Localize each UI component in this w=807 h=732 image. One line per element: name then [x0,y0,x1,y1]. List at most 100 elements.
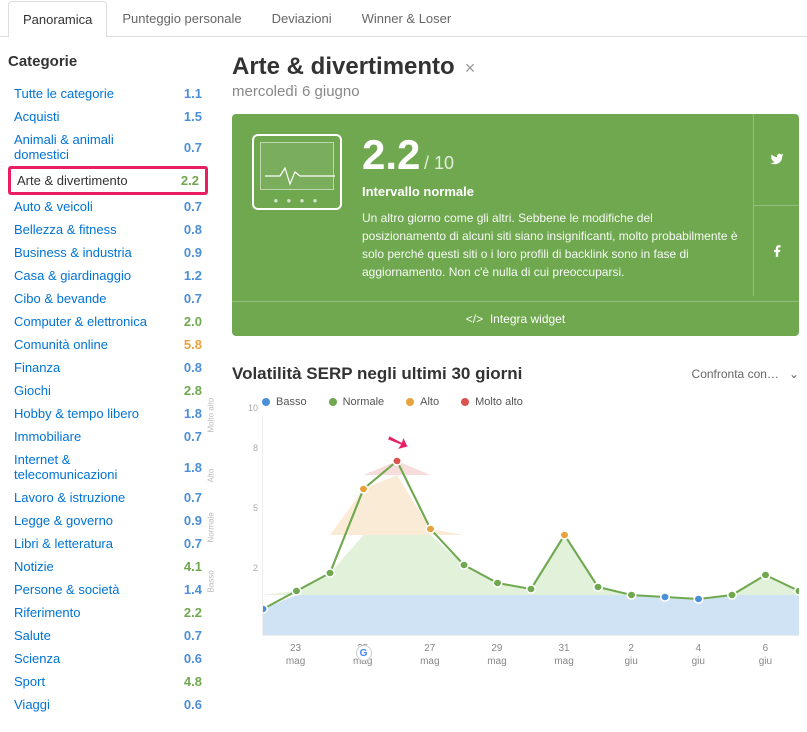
page-title: Arte & divertimento [232,53,455,81]
category-row[interactable]: Arte & divertimento 2.2 [8,166,208,195]
category-name: Notizie [14,559,54,574]
category-row[interactable]: Tutte le categorie 1.1 [8,82,208,105]
category-score: 0.7 [172,140,202,155]
tabs-bar: PanoramicaPunteggio personaleDeviazioniW… [0,0,807,37]
category-score: 4.1 [172,559,202,574]
content-area: Arte & divertimento × mercoledì 6 giugno… [232,53,799,716]
legend-item: Normale [329,396,385,408]
category-score: 2.2 [169,173,199,188]
category-row[interactable]: Riferimento2.2 [8,601,208,624]
category-name: Finanza [14,360,60,375]
category-score: 0.8 [172,360,202,375]
chart-legend: BassoNormaleAltoMolto alto [232,396,799,408]
close-icon[interactable]: × [465,58,476,79]
category-name: Comunità online [14,337,108,352]
category-score: 1.4 [172,582,202,597]
category-row[interactable]: Salute 0.7 [8,624,208,647]
category-score: 4.8 [172,674,202,689]
category-row[interactable]: Casa & giardinaggio1.2 [8,264,208,287]
category-score: 1.5 [172,109,202,124]
category-row[interactable]: Acquisti 1.5 [8,105,208,128]
legend-item: Molto alto [461,396,523,408]
category-score: 0.9 [172,513,202,528]
compare-dropdown[interactable]: Confronta con… ⌄ [692,367,799,381]
category-name: Lavoro & istruzione [14,490,125,505]
category-name: Viaggi [14,697,50,712]
tab-punteggio-personale[interactable]: Punteggio personale [107,0,256,36]
category-row[interactable]: Internet & telecomunicazioni1.8 [8,448,208,486]
category-name: Internet & telecomunicazioni [14,452,173,482]
category-name: Arte & divertimento [17,173,128,188]
category-name: Animali & animali domestici [14,132,172,162]
score-outof: / 10 [424,153,454,173]
category-row[interactable]: Persone & società 1.4 [8,578,208,601]
category-score: 0.6 [172,697,202,712]
category-row[interactable]: Comunità online5.8 [8,333,208,356]
category-row[interactable]: Auto & veicoli 0.7 [8,195,208,218]
category-score: 1.1 [172,86,202,101]
category-name: Casa & giardinaggio [14,268,131,283]
category-row[interactable]: Immobiliare0.7 [8,425,208,448]
embed-widget-button[interactable]: </> Integra widget [232,301,799,336]
twitter-icon[interactable] [754,114,799,206]
category-row[interactable]: Bellezza & fitness0.8 [8,218,208,241]
category-score: 0.7 [172,536,202,551]
chevron-down-icon: ⌄ [789,367,799,381]
category-row[interactable]: Legge & governo0.9 [8,509,208,532]
category-score: 0.7 [172,628,202,643]
category-score: 0.7 [172,291,202,306]
interval-label: Intervallo normale [362,184,739,199]
category-score: 2.8 [172,383,202,398]
category-name: Persone & società [14,582,120,597]
category-name: Salute [14,628,51,643]
category-name: Business & industria [14,245,132,260]
category-row[interactable]: Finanza 0.8 [8,356,208,379]
category-row[interactable]: Scienza 0.6 [8,647,208,670]
chart-x-axis: 23mag25mag27mag29mag31mag2giu4giu6giu [232,642,799,668]
category-row[interactable]: Hobby & tempo libero1.8 [8,402,208,425]
chart-title: Volatilità SERP negli ultimi 30 giorni [232,364,522,384]
category-row[interactable]: Animali & animali domestici0.7 [8,128,208,166]
category-row[interactable]: Sport 4.8 [8,670,208,693]
category-score: 1.8 [172,406,202,421]
category-row[interactable]: Viaggi 0.6 [8,693,208,716]
score-card: ● ● ● ● 2.2 / 10 Intervallo normale Un a… [232,114,799,336]
category-name: Libri & letteratura [14,536,113,551]
code-icon: </> [466,312,483,326]
monitor-icon: ● ● ● ● [252,134,342,210]
category-score: 1.8 [173,460,202,475]
tab-winner-loser[interactable]: Winner & Loser [347,0,467,36]
tab-panoramica[interactable]: Panoramica [8,1,107,37]
categories-sidebar: Categorie Tutte le categorie 1.1 Acquisti 1… [8,53,208,716]
facebook-icon[interactable] [754,206,799,297]
chart-plot[interactable]: Molto altoAltoNormaleBasso 10852 ➘ G [232,416,799,636]
category-name: Riferimento [14,605,80,620]
legend-item: Basso [262,396,307,408]
category-score: 0.6 [172,651,202,666]
category-score: 0.7 [172,490,202,505]
sidebar-title: Categorie [8,53,208,70]
category-row[interactable]: Cibo & bevande 0.7 [8,287,208,310]
category-row[interactable]: Business & industria 0.9 [8,241,208,264]
page-date: mercoledì 6 giugno [232,83,799,100]
tab-deviazioni[interactable]: Deviazioni [257,0,347,36]
social-share [753,114,799,296]
category-name: Bellezza & fitness [14,222,117,237]
score-description: Un altro giorno come gli altri. Sebbene … [362,209,739,281]
category-name: Giochi [14,383,51,398]
category-score: 0.9 [172,245,202,260]
category-name: Cibo & bevande [14,291,107,306]
category-row[interactable]: Notizie 4.1 [8,555,208,578]
category-row[interactable]: Giochi 2.8 [8,379,208,402]
category-name: Acquisti [14,109,60,124]
category-row[interactable]: Computer & elettronica2.0 [8,310,208,333]
category-name: Scienza [14,651,60,666]
category-name: Computer & elettronica [14,314,147,329]
category-score: 0.7 [172,199,202,214]
category-row[interactable]: Libri & letteratura 0.7 [8,532,208,555]
category-name: Auto & veicoli [14,199,93,214]
category-score: 0.7 [172,429,202,444]
category-name: Tutte le categorie [14,86,114,101]
category-row[interactable]: Lavoro & istruzione 0.7 [8,486,208,509]
category-name: Sport [14,674,45,689]
